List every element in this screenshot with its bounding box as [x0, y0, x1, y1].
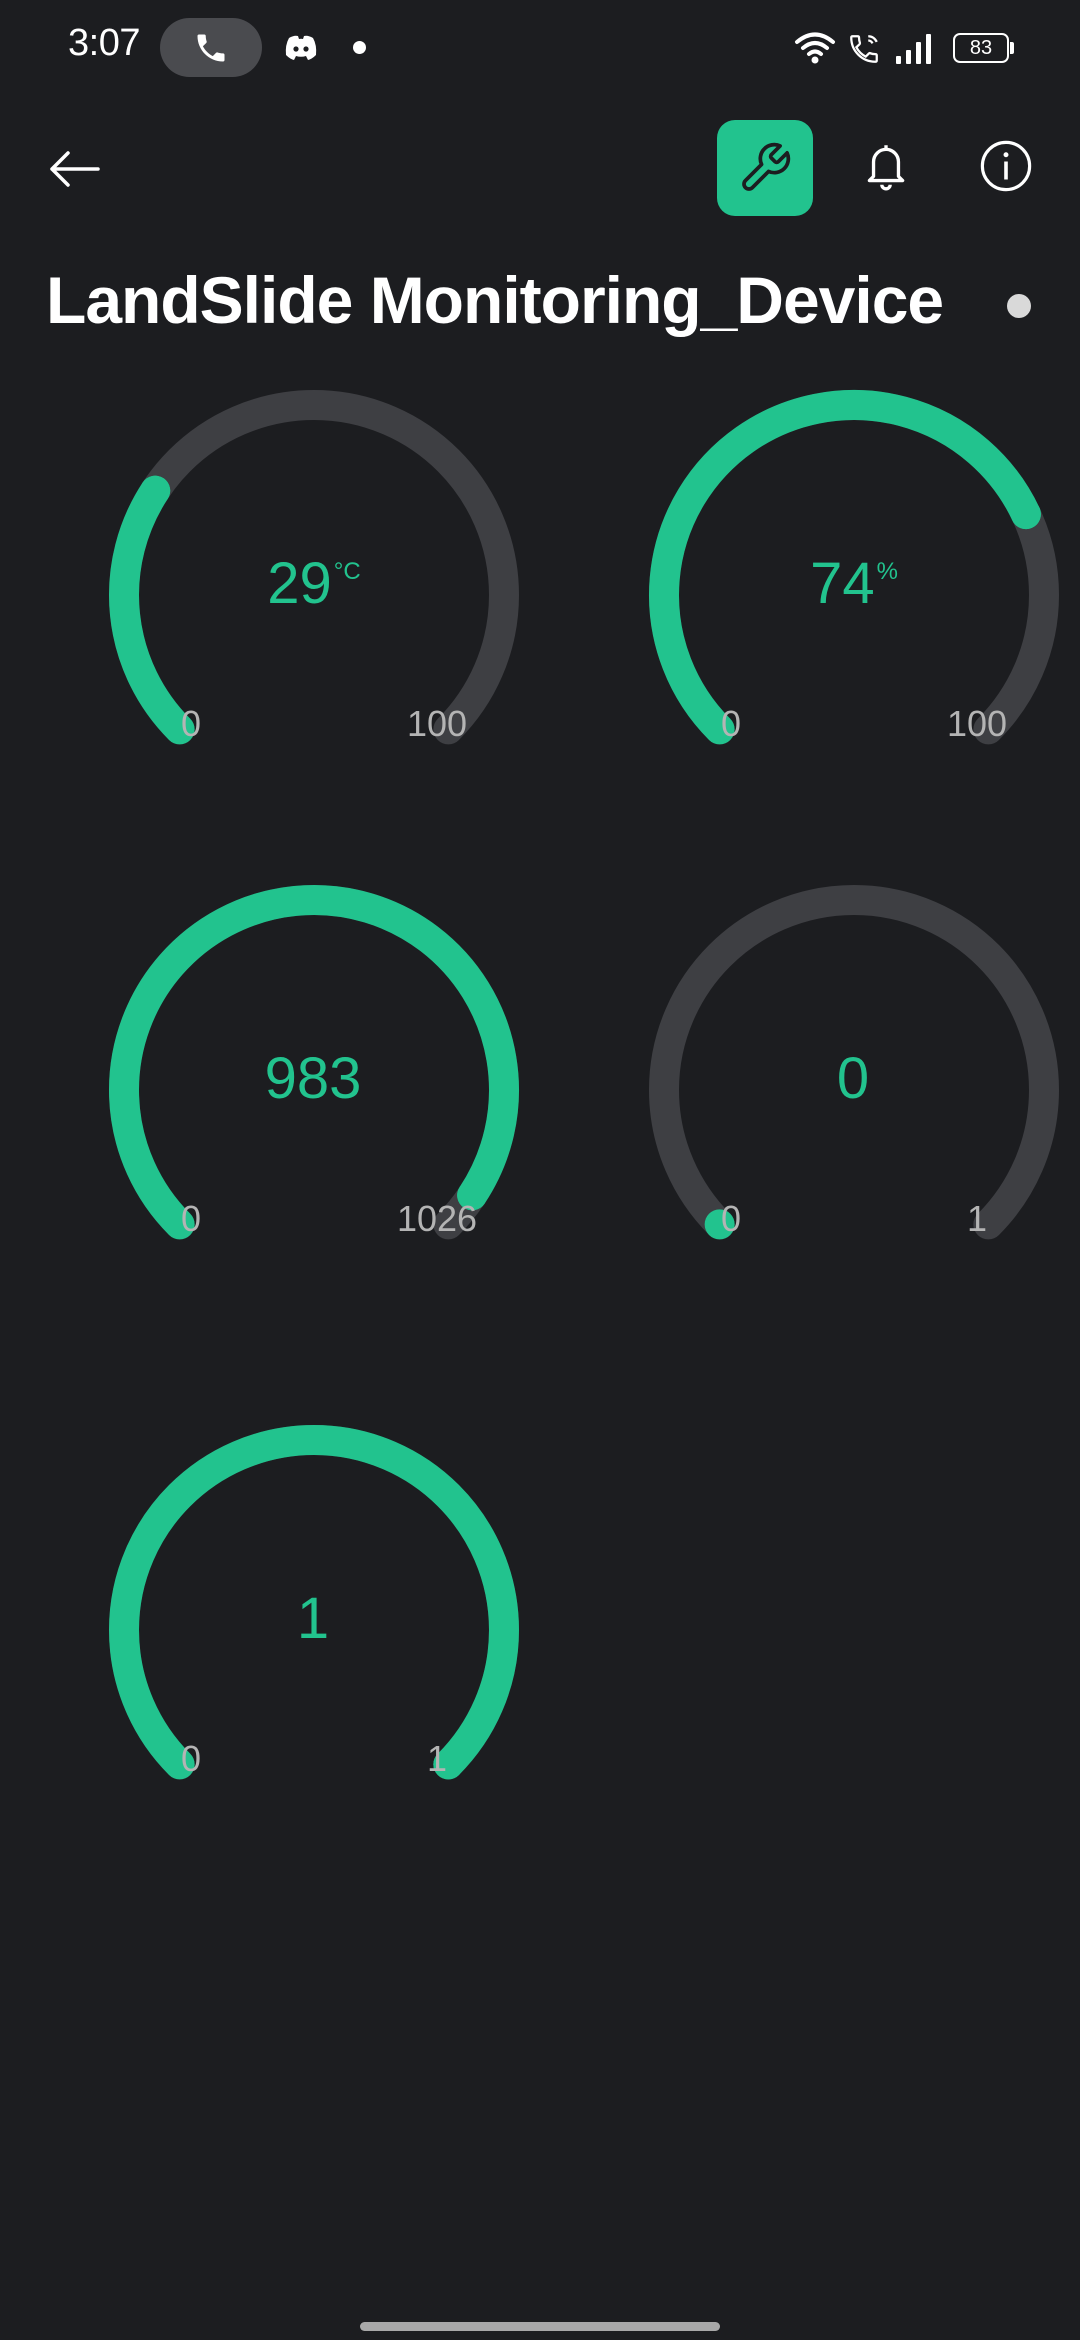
- status-time: 3:07: [68, 22, 140, 64]
- info-button[interactable]: [970, 130, 1042, 202]
- bell-icon: [867, 145, 905, 191]
- gauge-reading-4[interactable]: 0 0 1: [644, 880, 1080, 1300]
- device-status-indicator: [1007, 294, 1031, 318]
- gauge-max-label: 1: [426, 1738, 448, 1779]
- gauge-max-label: 100: [946, 703, 1008, 744]
- wrench-icon: [742, 142, 791, 191]
- home-indicator[interactable]: [360, 2322, 720, 2331]
- gauge-min-label: 0: [720, 1198, 742, 1239]
- wifi-icon: [795, 32, 835, 64]
- gauge-value: 29°C: [267, 551, 361, 616]
- gauge-min-label: 0: [720, 703, 742, 744]
- notifications-button[interactable]: [850, 130, 922, 202]
- gauge-fill-cap: [1010, 499, 1041, 530]
- gauge-temperature[interactable]: 29°C 0 100: [104, 385, 564, 805]
- back-button[interactable]: [40, 135, 108, 203]
- arrow-left-icon: [50, 151, 100, 187]
- gauge-value: 0: [836, 1046, 870, 1111]
- gauge-value: 983: [264, 1046, 362, 1111]
- device-title: LandSlide Monitoring_Device: [46, 263, 944, 337]
- gauge-unit: °C: [333, 558, 361, 585]
- battery-level: 83: [969, 36, 993, 59]
- settings-button[interactable]: [717, 120, 813, 216]
- gauge-reading-5[interactable]: 1 0 1: [104, 1420, 564, 1840]
- gauge-humidity[interactable]: 74% 0 100: [644, 385, 1080, 805]
- gauge-min-label: 0: [180, 703, 202, 744]
- gauge-max-label: 1026: [396, 1198, 478, 1239]
- gauge-min-label: 0: [180, 1198, 202, 1239]
- gauge-value: 74%: [810, 551, 898, 616]
- info-icon: [980, 140, 1032, 192]
- battery-icon: 83: [953, 33, 1009, 63]
- gauge-max-label: 100: [406, 703, 468, 744]
- gauge-min-label: 0: [180, 1738, 202, 1779]
- phone-call-icon: [197, 34, 225, 61]
- battery-tip: [1010, 42, 1014, 54]
- discord-icon: [285, 35, 317, 60]
- wifi-calling-icon: [850, 35, 878, 63]
- gauge-fill-cap: [140, 475, 171, 506]
- gauge-max-label: 1: [966, 1198, 988, 1239]
- signal-icon: [896, 34, 931, 64]
- ongoing-call-pill[interactable]: [160, 18, 262, 77]
- gauge-unit: %: [876, 558, 898, 585]
- gauge-reading-3[interactable]: 983 0 1026: [104, 880, 564, 1300]
- screen: 3:07 83 LandSlide Monitoring_Device 29°C…: [0, 0, 1080, 2340]
- notification-dot: [353, 41, 366, 54]
- gauge-value: 1: [296, 1586, 330, 1651]
